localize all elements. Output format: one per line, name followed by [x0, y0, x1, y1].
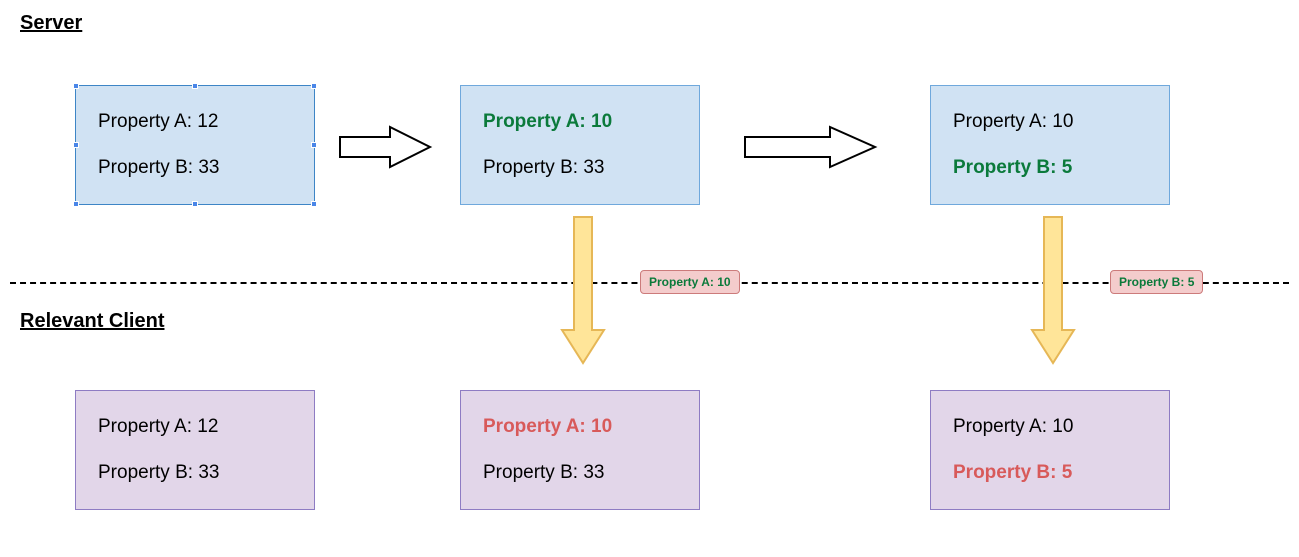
prop-a-value: 10: [1052, 416, 1073, 437]
server-heading: Server: [20, 12, 82, 35]
server-state-0-prop-a: Property A: 12: [98, 111, 292, 133]
prop-a-value: 12: [197, 111, 218, 132]
selection-handle: [192, 201, 198, 207]
prop-a-label: Property A:: [953, 111, 1047, 132]
prop-a-value: 10: [591, 111, 612, 132]
prop-b-label: Property B:: [953, 157, 1056, 178]
prop-b-label: Property B:: [953, 462, 1056, 483]
selection-handle: [192, 83, 198, 89]
client-heading: Relevant Client: [20, 310, 164, 333]
server-state-0: Property A: 12 Property B: 33: [75, 85, 315, 205]
server-state-0-prop-b: Property B: 33: [98, 157, 292, 179]
selection-handle: [73, 142, 79, 148]
selection-handle: [311, 83, 317, 89]
client-state-2: Property A: 10 Property B: 5: [930, 390, 1170, 510]
arrow-right-icon: [335, 122, 435, 172]
selection-handle: [73, 83, 79, 89]
payload-value: 5: [1188, 275, 1195, 289]
prop-b-value: 5: [1062, 462, 1073, 483]
server-state-2: Property A: 10 Property B: 5: [930, 85, 1170, 205]
server-state-1: Property A: 10 Property B: 33: [460, 85, 700, 205]
selection-handle: [311, 142, 317, 148]
server-state-2-prop-b: Property B: 5: [953, 157, 1147, 179]
payload-value: 10: [717, 275, 730, 289]
prop-a-value: 10: [1052, 111, 1073, 132]
payload-label: Property A:: [649, 275, 714, 289]
prop-b-label: Property B:: [483, 462, 578, 483]
prop-b-label: Property B:: [98, 462, 193, 483]
client-state-0: Property A: 12 Property B: 33: [75, 390, 315, 510]
payload-badge-1: Property B: 5: [1110, 270, 1203, 294]
prop-b-value: 33: [583, 462, 604, 483]
payload-label: Property B:: [1119, 275, 1184, 289]
client-state-2-prop-a: Property A: 10: [953, 416, 1147, 438]
client-state-1-prop-a: Property A: 10: [483, 416, 677, 438]
prop-b-label: Property B:: [98, 157, 193, 178]
arrow-down-icon: [560, 215, 606, 365]
prop-a-label: Property A:: [98, 111, 192, 132]
arrow-down-icon: [1030, 215, 1076, 365]
prop-a-label: Property A:: [483, 111, 586, 132]
server-state-1-prop-b: Property B: 33: [483, 157, 677, 179]
prop-a-value: 10: [591, 416, 612, 437]
client-state-2-prop-b: Property B: 5: [953, 462, 1147, 484]
server-state-2-prop-a: Property A: 10: [953, 111, 1147, 133]
payload-badge-0: Property A: 10: [640, 270, 740, 294]
prop-a-label: Property A:: [98, 416, 192, 437]
selection-handle: [311, 201, 317, 207]
client-state-0-prop-a: Property A: 12: [98, 416, 292, 438]
client-state-1-prop-b: Property B: 33: [483, 462, 677, 484]
prop-a-label: Property A:: [953, 416, 1047, 437]
arrow-right-icon: [740, 122, 880, 172]
server-state-1-prop-a: Property A: 10: [483, 111, 677, 133]
prop-b-value: 33: [198, 157, 219, 178]
selection-handle: [73, 201, 79, 207]
client-state-0-prop-b: Property B: 33: [98, 462, 292, 484]
prop-b-value: 33: [583, 157, 604, 178]
client-state-1: Property A: 10 Property B: 33: [460, 390, 700, 510]
prop-b-label: Property B:: [483, 157, 578, 178]
prop-a-label: Property A:: [483, 416, 586, 437]
prop-a-value: 12: [197, 416, 218, 437]
prop-b-value: 5: [1062, 157, 1073, 178]
prop-b-value: 33: [198, 462, 219, 483]
